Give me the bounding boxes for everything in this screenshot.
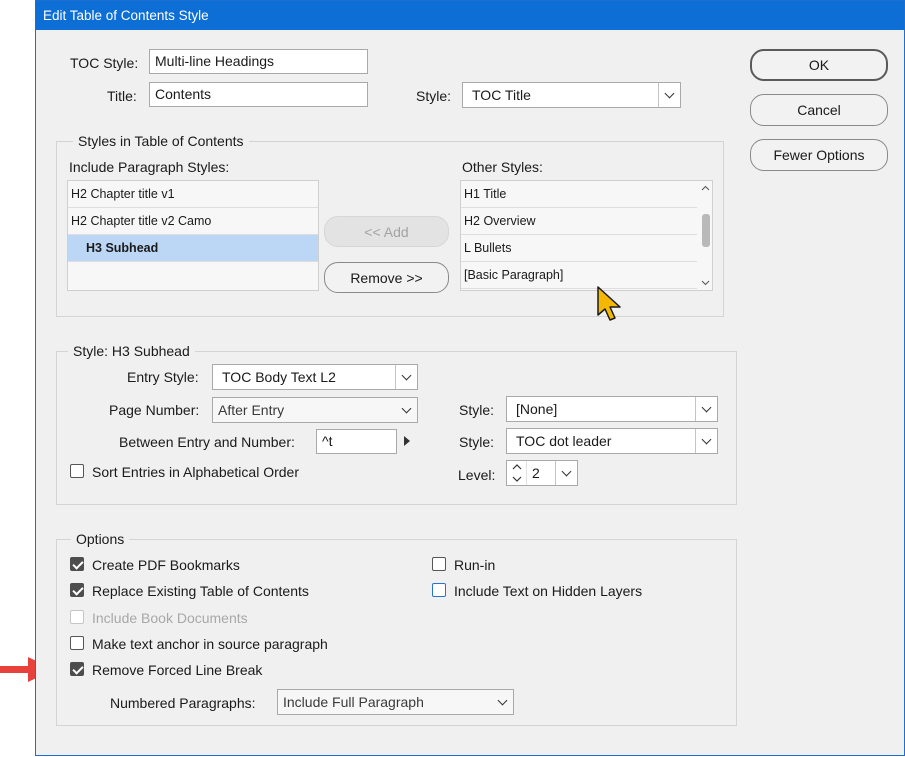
edit-toc-style-dialog: Edit Table of Contents Style TOC Style: … bbox=[35, 0, 905, 756]
between-entry-label: Between Entry and Number: bbox=[119, 434, 295, 450]
title-style-dropdown[interactable]: TOC Title bbox=[462, 82, 681, 108]
between-entry-input[interactable]: ^t bbox=[316, 429, 397, 454]
list-item[interactable]: H1 Title bbox=[461, 181, 697, 208]
list-item[interactable]: H2 Chapter title v2 Camo bbox=[68, 208, 318, 235]
list-item[interactable]: H2 Overview bbox=[461, 208, 697, 235]
other-styles-list[interactable]: H1 Title H2 Overview L Bullets [Basic Pa… bbox=[460, 180, 713, 291]
chevron-down-icon bbox=[395, 365, 417, 389]
chevron-down-icon bbox=[555, 461, 577, 485]
list-item[interactable]: H2 Chapter title v1 bbox=[68, 181, 318, 208]
title-style-value: TOC Title bbox=[472, 87, 531, 103]
page-number-dropdown[interactable]: After Entry bbox=[212, 397, 418, 423]
arrow-right-icon[interactable] bbox=[402, 435, 412, 447]
between-style-value: TOC dot leader bbox=[516, 433, 612, 449]
scrollbar[interactable] bbox=[698, 181, 713, 290]
include-book-documents-label: Include Book Documents bbox=[92, 610, 248, 626]
sort-alphabetical-checkbox[interactable] bbox=[70, 464, 84, 478]
other-styles-label: Other Styles: bbox=[462, 159, 543, 175]
run-in-checkbox[interactable] bbox=[432, 557, 446, 571]
make-text-anchor-checkbox[interactable] bbox=[70, 636, 84, 650]
chevron-down-icon bbox=[491, 690, 513, 714]
create-pdf-bookmarks-checkbox[interactable] bbox=[70, 557, 84, 571]
dialog-title: Edit Table of Contents Style bbox=[36, 1, 904, 30]
run-in-label: Run-in bbox=[454, 557, 496, 573]
toc-style-input[interactable]: Multi-line Headings bbox=[149, 49, 368, 74]
title-input[interactable]: Contents bbox=[149, 82, 368, 107]
list-item[interactable]: [Basic Paragraph] bbox=[461, 262, 697, 289]
replace-existing-toc-checkbox[interactable] bbox=[70, 583, 84, 597]
chevron-down-icon bbox=[695, 397, 717, 421]
create-pdf-bookmarks-label: Create PDF Bookmarks bbox=[92, 557, 240, 573]
between-style-label: Style: bbox=[459, 434, 495, 450]
make-text-anchor-label: Make text anchor in source paragraph bbox=[92, 636, 328, 652]
sort-alphabetical-label: Sort Entries in Alphabetical Order bbox=[92, 464, 299, 480]
level-label: Level: bbox=[458, 467, 496, 483]
level-stepper[interactable]: 2 bbox=[506, 460, 578, 486]
title-style-label: Style: bbox=[416, 88, 452, 104]
numbered-paragraphs-value: Include Full Paragraph bbox=[283, 694, 424, 710]
level-value: 2 bbox=[532, 465, 540, 481]
add-button[interactable]: << Add bbox=[324, 216, 449, 247]
page-number-value: After Entry bbox=[218, 402, 285, 418]
remove-forced-line-break-label: Remove Forced Line Break bbox=[92, 662, 263, 678]
page-style-label: Style: bbox=[459, 402, 495, 418]
between-style-dropdown[interactable]: TOC dot leader bbox=[506, 428, 718, 454]
replace-existing-toc-label: Replace Existing Table of Contents bbox=[92, 583, 309, 599]
entry-style-label: Entry Style: bbox=[127, 369, 199, 385]
numbered-paragraphs-label: Numbered Paragraphs: bbox=[110, 695, 256, 711]
include-book-documents-checkbox[interactable] bbox=[70, 610, 84, 624]
fewer-options-button[interactable]: Fewer Options bbox=[750, 139, 888, 171]
page-number-label: Page Number: bbox=[109, 402, 200, 418]
options-label: Options bbox=[71, 531, 130, 547]
list-item-selected[interactable]: H3 Subhead bbox=[68, 235, 318, 262]
list-item[interactable]: L Bullets bbox=[461, 235, 697, 262]
entry-style-value: TOC Body Text L2 bbox=[222, 369, 336, 385]
style-group-label: Style: H3 Subhead bbox=[68, 343, 195, 359]
entry-style-dropdown[interactable]: TOC Body Text L2 bbox=[212, 364, 418, 390]
chevron-down-icon bbox=[695, 429, 717, 453]
remove-button[interactable]: Remove >> bbox=[324, 262, 449, 293]
include-hidden-layers-label: Include Text on Hidden Layers bbox=[454, 583, 643, 599]
page-style-dropdown[interactable]: [None] bbox=[506, 396, 718, 422]
numbered-paragraphs-dropdown[interactable]: Include Full Paragraph bbox=[277, 689, 514, 715]
include-paragraph-styles-label: Include Paragraph Styles: bbox=[69, 159, 230, 175]
chevron-down-icon bbox=[658, 83, 680, 107]
ok-button[interactable]: OK bbox=[750, 49, 888, 81]
remove-forced-line-break-checkbox[interactable] bbox=[70, 662, 84, 676]
styles-in-toc-label: Styles in Table of Contents bbox=[73, 133, 249, 149]
cancel-button[interactable]: Cancel bbox=[750, 94, 888, 126]
include-paragraph-styles-list[interactable]: H2 Chapter title v1 H2 Chapter title v2 … bbox=[67, 180, 319, 291]
include-hidden-layers-checkbox[interactable] bbox=[432, 583, 446, 597]
page-style-value: [None] bbox=[516, 401, 558, 417]
toc-style-label: TOC Style: bbox=[70, 55, 139, 71]
cursor-pointer-icon bbox=[597, 286, 621, 321]
chevron-down-icon bbox=[395, 398, 417, 422]
title-label: Title: bbox=[107, 88, 137, 104]
spinner-icon[interactable] bbox=[507, 461, 527, 485]
